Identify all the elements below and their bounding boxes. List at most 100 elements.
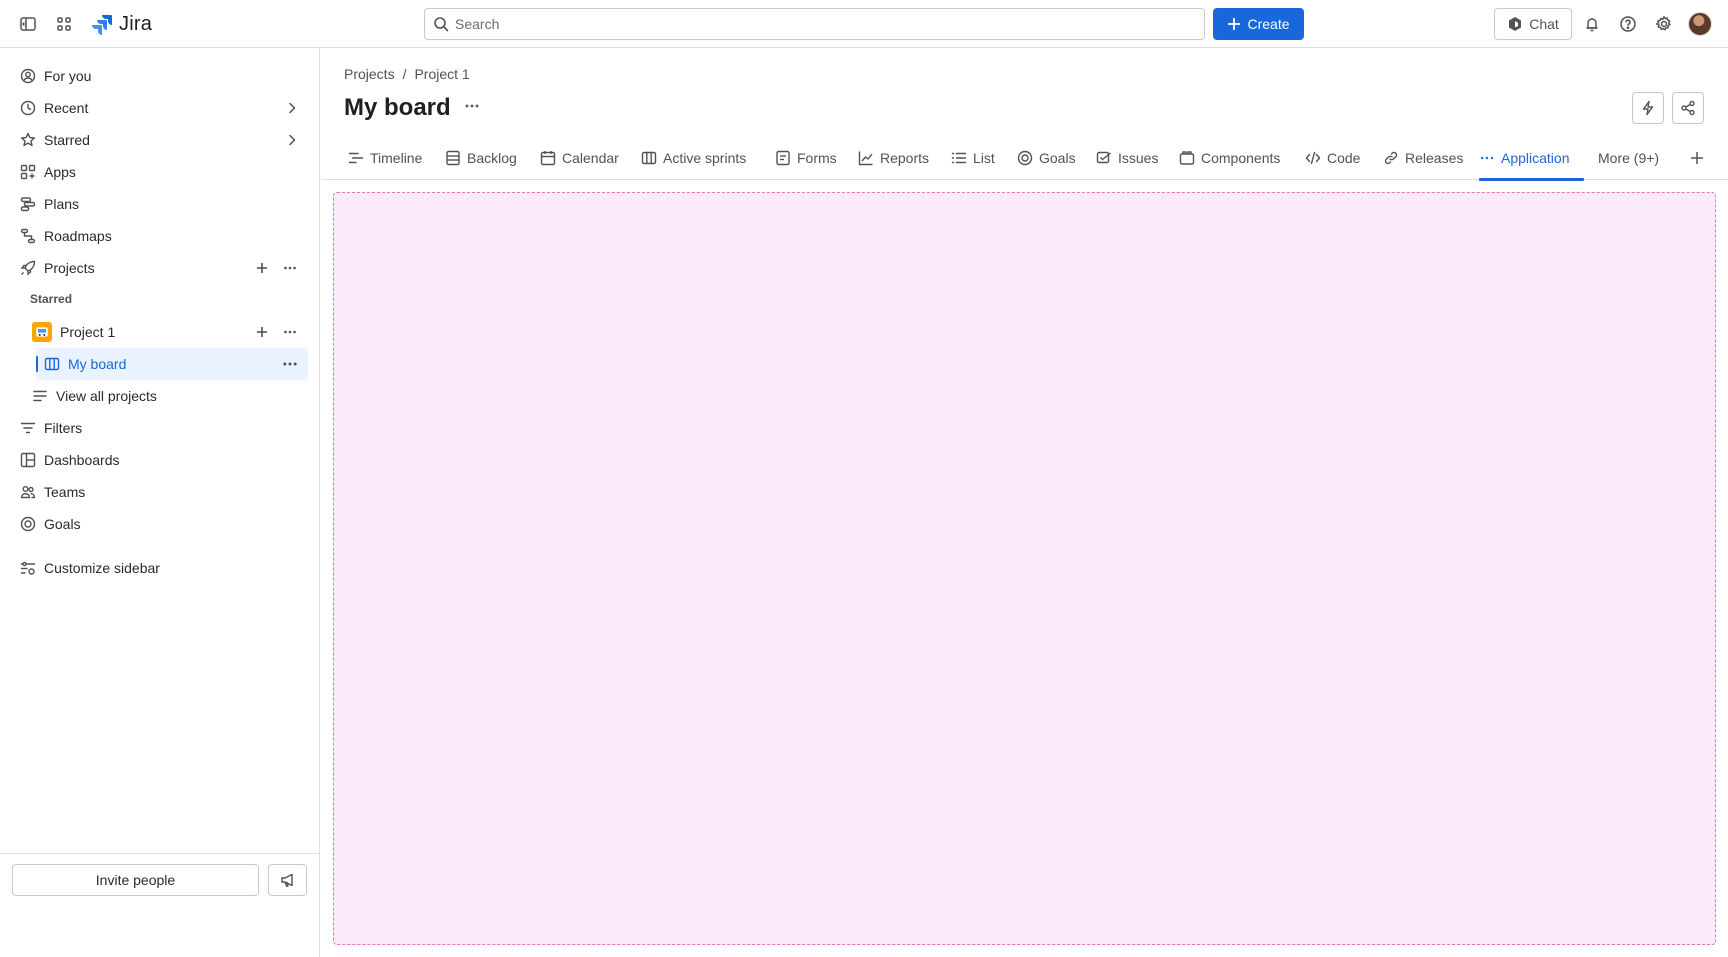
sidebar-item-label: Roadmaps	[44, 228, 112, 244]
tab-components[interactable]: Components	[1179, 136, 1280, 180]
application-frame[interactable]	[333, 192, 1716, 945]
sidebar-toggle-icon[interactable]	[12, 8, 44, 40]
tab-label: Forms	[797, 150, 837, 166]
tab-label: Active sprints	[663, 150, 747, 166]
customize-icon	[20, 561, 36, 575]
notifications-bell-icon[interactable]	[1576, 8, 1608, 40]
tab-label: Releases	[1405, 150, 1464, 166]
tab-timeline[interactable]: Timeline	[348, 136, 422, 180]
project-avatar-icon	[32, 322, 52, 342]
tab-label: Goals	[1039, 150, 1076, 166]
code-icon	[1305, 151, 1321, 165]
sidebar-item-goals[interactable]: Goals	[12, 508, 308, 540]
sidebar-item-label: Plans	[44, 196, 80, 212]
tab-releases[interactable]: Releases	[1383, 136, 1463, 180]
feedback-button[interactable]	[268, 864, 307, 896]
create-button[interactable]: Create	[1213, 8, 1304, 40]
search-field[interactable]	[424, 8, 1205, 40]
tab-list[interactable]: List	[951, 136, 995, 180]
projects-actions	[252, 258, 300, 278]
sidebar-item-apps[interactable]: Apps	[12, 156, 308, 188]
tab-calendar[interactable]: Calendar	[540, 136, 619, 180]
search-input[interactable]	[455, 16, 1155, 32]
sidebar-item-label: For you	[44, 68, 92, 84]
list-icon	[951, 152, 967, 164]
sidebar-item-label: Dashboards	[44, 452, 120, 468]
sidebar-item-filters[interactable]: Filters	[12, 412, 308, 444]
tab-more[interactable]: More (9+)	[1598, 136, 1659, 180]
tab-backlog[interactable]: Backlog	[445, 136, 517, 180]
app-switcher-icon[interactable]	[48, 8, 80, 40]
sidebar-item-customize[interactable]: Customize sidebar	[12, 552, 308, 584]
sidebar-item-label: View all projects	[56, 388, 157, 404]
sidebar-item-roadmaps[interactable]: Roadmaps	[12, 220, 308, 252]
add-project-icon[interactable]	[252, 258, 272, 278]
sidebar-item-projects[interactable]: Projects	[12, 252, 308, 284]
megaphone-icon	[280, 873, 293, 887]
tab-reports[interactable]: Reports	[858, 136, 929, 180]
add-icon[interactable]	[252, 322, 272, 342]
filter-icon	[20, 422, 36, 434]
board-icon	[44, 357, 60, 371]
jira-logo-text: Jira	[119, 12, 153, 35]
tab-label: Components	[1201, 150, 1281, 166]
plans-icon	[20, 197, 36, 212]
tab-forms[interactable]: Forms	[775, 136, 837, 180]
list-icon	[33, 390, 47, 402]
sidebar-item-dashboards[interactable]: Dashboards	[12, 444, 308, 476]
help-icon[interactable]	[1612, 8, 1644, 40]
tab-label: List	[973, 150, 995, 166]
plus-icon	[1691, 152, 1703, 164]
sidebar-item-for-you[interactable]: For you	[12, 60, 308, 92]
apps-icon	[20, 164, 36, 180]
sidebar-item-teams[interactable]: Teams	[12, 476, 308, 508]
automation-button[interactable]	[1632, 92, 1664, 124]
share-icon	[1681, 100, 1695, 116]
sidebar-item-project-1[interactable]: Project 1	[24, 316, 308, 348]
tab-goals[interactable]: Goals	[1017, 136, 1076, 180]
more-actions-icon[interactable]	[280, 322, 300, 342]
chat-button-label: Chat	[1529, 16, 1559, 32]
sidebar-item-starred[interactable]: Starred	[12, 124, 308, 156]
sidebar-item-label: Recent	[44, 100, 89, 116]
sidebar-item-label: Goals	[44, 516, 81, 532]
component-icon	[1179, 151, 1195, 165]
share-button[interactable]	[1672, 92, 1704, 124]
clock-icon	[20, 100, 36, 116]
breadcrumb-project-1[interactable]: Project 1	[414, 66, 469, 82]
sidebar-item-label: Filters	[44, 420, 83, 436]
lightning-icon	[1642, 100, 1654, 116]
sidebar-item-plans[interactable]: Plans	[12, 188, 308, 220]
invite-people-button[interactable]: Invite people	[12, 864, 259, 896]
chevron-right-icon	[289, 102, 296, 114]
jira-logo[interactable]: Jira	[91, 12, 152, 36]
breadcrumb-projects[interactable]: Projects	[344, 66, 395, 82]
sidebar-item-recent[interactable]: Recent	[12, 92, 308, 124]
tab-application[interactable]: Application	[1479, 136, 1584, 181]
board-tabs: Timeline Backlog Calendar Active sprints…	[321, 136, 1728, 181]
tab-issues[interactable]: Issues	[1096, 136, 1158, 180]
add-tab-button[interactable]	[1689, 136, 1705, 180]
more-actions-icon[interactable]	[280, 258, 300, 278]
sidebar-item-view-all-projects[interactable]: View all projects	[24, 380, 308, 412]
timeline-icon	[348, 152, 364, 164]
board-more-icon[interactable]	[458, 92, 486, 120]
settings-gear-icon[interactable]	[1648, 8, 1680, 40]
rovo-chat-icon	[1509, 17, 1522, 31]
board-icon	[641, 151, 657, 165]
star-icon	[21, 132, 35, 147]
breadcrumb-separator: /	[402, 66, 407, 82]
user-avatar[interactable]	[1688, 12, 1712, 36]
sidebar-item-label: My board	[68, 356, 127, 372]
tab-label: Backlog	[467, 150, 517, 166]
chat-button[interactable]: Chat	[1494, 8, 1572, 40]
roadmap-icon	[20, 228, 36, 244]
sidebar-item-my-board[interactable]: My board	[36, 348, 308, 380]
top-navigation: Jira Create Chat	[0, 0, 1728, 48]
people-icon	[20, 486, 36, 499]
more-actions-icon[interactable]	[280, 354, 300, 374]
tab-active-sprints[interactable]: Active sprints	[641, 136, 746, 180]
tab-label: Application	[1501, 150, 1570, 166]
tab-code[interactable]: Code	[1305, 136, 1360, 180]
sidebar-item-label: Project 1	[60, 324, 116, 340]
